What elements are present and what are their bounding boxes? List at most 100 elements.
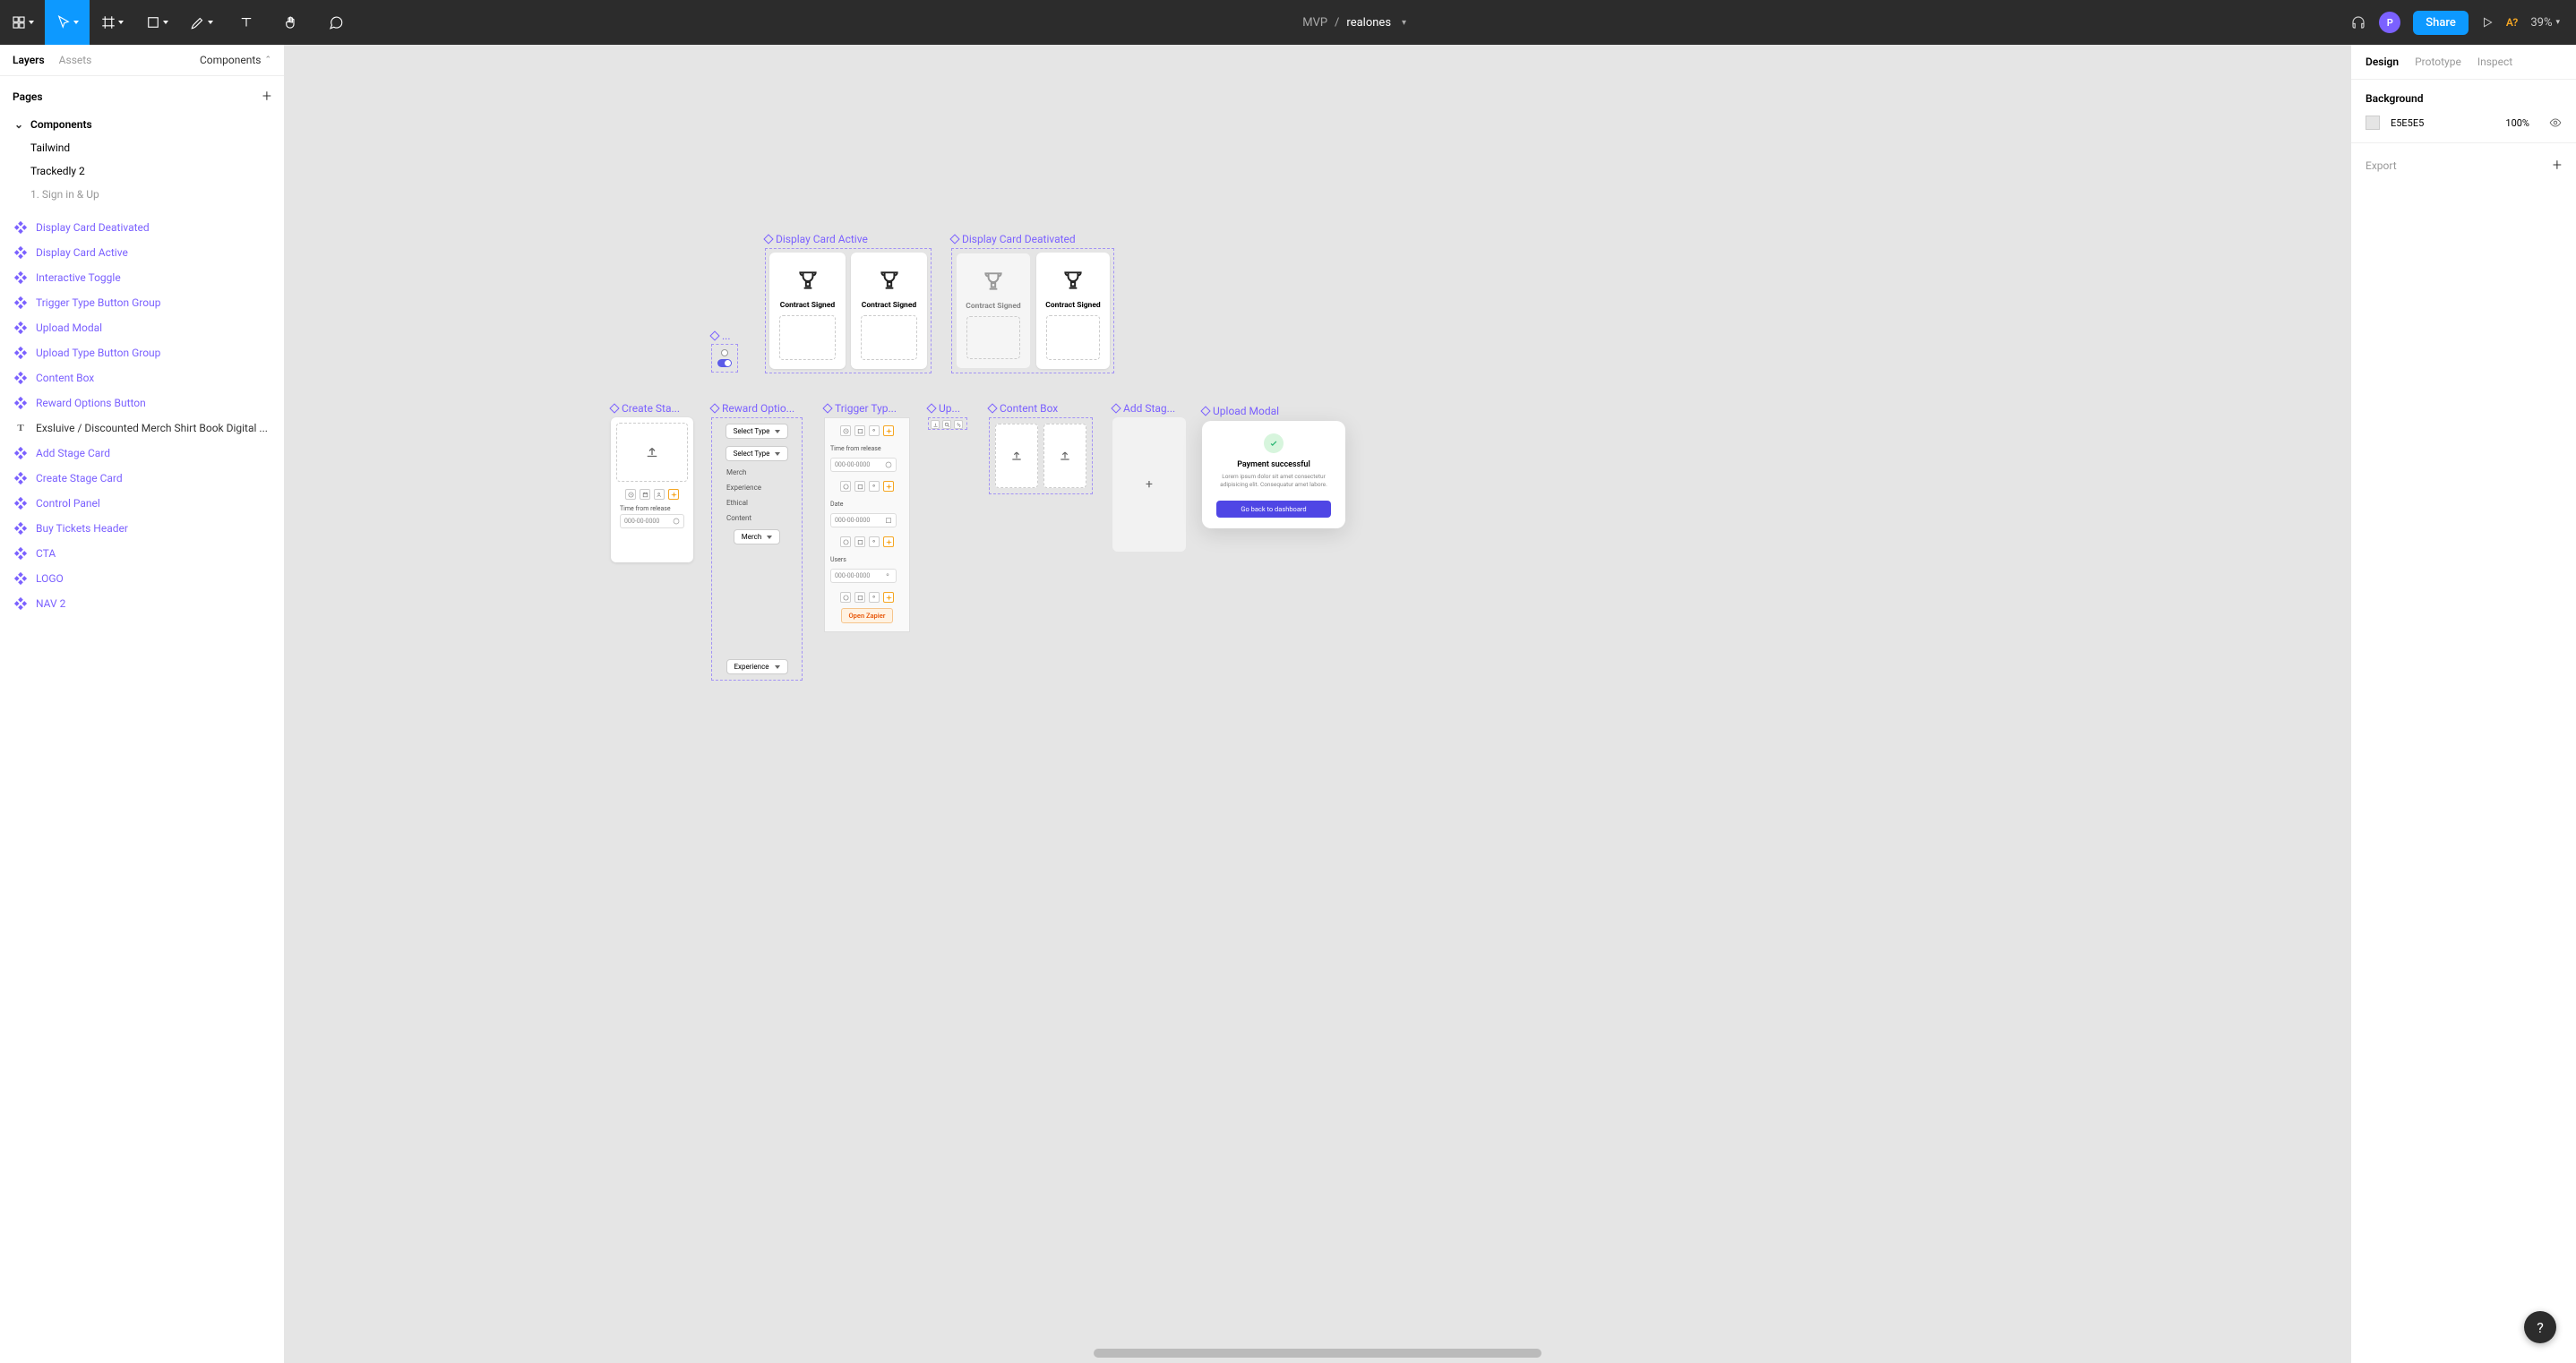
layer-item[interactable]: Upload Type Button Group bbox=[7, 340, 277, 365]
tab-assets[interactable]: Assets bbox=[59, 54, 92, 66]
zoom-control[interactable]: 39%▾ bbox=[2530, 16, 2560, 30]
frame-label[interactable]: Display Card Deativated bbox=[951, 233, 1076, 245]
missing-fonts-badge[interactable]: A? bbox=[2506, 16, 2519, 29]
page-dropdown[interactable]: Components⌃ bbox=[200, 54, 271, 66]
background-swatch[interactable] bbox=[2366, 116, 2380, 130]
interactive-toggle-frame[interactable] bbox=[711, 344, 738, 373]
frame-tool[interactable] bbox=[90, 0, 134, 45]
create-stage-frame[interactable]: Time from release 000-00-0000 bbox=[611, 417, 693, 562]
layer-item[interactable]: Trigger Type Button Group bbox=[7, 290, 277, 315]
page-item[interactable]: 1. Sign in & Up bbox=[7, 183, 277, 206]
menu-button[interactable] bbox=[0, 0, 45, 45]
layer-item[interactable]: Control Panel bbox=[7, 491, 277, 516]
display-card-active-frame[interactable]: Contract Signed Contract Signed bbox=[765, 248, 932, 373]
layer-item[interactable]: Interactive Toggle bbox=[7, 265, 277, 290]
layer-label: Trigger Type Button Group bbox=[36, 296, 160, 309]
frame-label[interactable]: Content Box bbox=[989, 402, 1058, 415]
add-page-button[interactable]: + bbox=[262, 87, 271, 106]
frame-label[interactable]: Upload Modal bbox=[1202, 405, 1279, 417]
play-icon[interactable] bbox=[2481, 16, 2494, 29]
reward-options-frame[interactable]: Select Type Select Type Merch Experience… bbox=[711, 417, 803, 681]
tab-prototype[interactable]: Prototype bbox=[2415, 56, 2461, 68]
component-icon bbox=[14, 372, 27, 384]
users-icon bbox=[654, 489, 665, 500]
trophy-icon bbox=[1061, 269, 1085, 292]
frame-label[interactable]: ... bbox=[711, 330, 731, 342]
layer-item[interactable]: Create Stage Card bbox=[7, 466, 277, 491]
clock-icon bbox=[673, 518, 680, 525]
component-icon bbox=[14, 271, 27, 284]
component-icon bbox=[709, 330, 719, 340]
display-card: Contract Signed bbox=[1036, 253, 1110, 369]
upload-type-frame[interactable] bbox=[928, 417, 967, 430]
headphones-icon[interactable] bbox=[2350, 14, 2366, 30]
frame-label[interactable]: Create Sta... bbox=[611, 402, 680, 415]
component-icon bbox=[709, 403, 719, 413]
layer-item[interactable]: TExsluive / Discounted Merch Shirt Book … bbox=[7, 416, 277, 441]
trigger-type-frame[interactable]: Time from release 000-00-0000 Date 000-0… bbox=[824, 417, 910, 632]
page-item[interactable]: Trackedly 2 bbox=[7, 159, 277, 183]
canvas[interactable]: Display Card Active Contract Signed Cont… bbox=[285, 45, 2350, 1363]
move-tool[interactable] bbox=[45, 0, 90, 45]
text-tool[interactable] bbox=[224, 0, 269, 45]
layer-label: Buy Tickets Header bbox=[36, 522, 128, 535]
trophy-icon bbox=[982, 270, 1005, 293]
chevron-down-icon: ▾ bbox=[1402, 18, 1406, 28]
left-panel-tabs: Layers Assets Components⌃ bbox=[0, 45, 284, 76]
layer-label: Upload Modal bbox=[36, 321, 102, 334]
plus-icon: + bbox=[1146, 477, 1153, 492]
frame-label[interactable]: Reward Optio... bbox=[711, 402, 794, 415]
component-icon bbox=[822, 403, 832, 413]
text-icon: T bbox=[14, 422, 27, 434]
layer-item[interactable]: Buy Tickets Header bbox=[7, 516, 277, 541]
layer-item[interactable]: Display Card Deativated bbox=[7, 215, 277, 240]
add-export-button[interactable]: + bbox=[2553, 156, 2562, 175]
component-icon bbox=[14, 246, 27, 259]
display-card-deact-frame[interactable]: Contract Signed Contract Signed bbox=[951, 248, 1114, 373]
background-section: Background E5E5E5 100% bbox=[2351, 80, 2576, 143]
share-button[interactable]: Share bbox=[2413, 11, 2469, 35]
content-box-frame[interactable] bbox=[989, 417, 1093, 494]
layer-item[interactable]: CTA bbox=[7, 541, 277, 566]
component-icon bbox=[609, 403, 619, 413]
layer-item[interactable]: LOGO bbox=[7, 566, 277, 591]
users-icon bbox=[885, 572, 892, 579]
layer-item[interactable]: Display Card Active bbox=[7, 240, 277, 265]
frame-label[interactable]: Up... bbox=[928, 402, 960, 415]
layer-item[interactable]: Reward Options Button bbox=[7, 390, 277, 416]
display-card: Contract Signed bbox=[769, 253, 846, 369]
horizontal-scrollbar[interactable] bbox=[1094, 1349, 1541, 1358]
frame-label[interactable]: Trigger Typ... bbox=[824, 402, 897, 415]
layer-item[interactable]: Upload Modal bbox=[7, 315, 277, 340]
select-type: Select Type bbox=[726, 424, 789, 439]
shape-tool[interactable] bbox=[134, 0, 179, 45]
frame-label[interactable]: Display Card Active bbox=[765, 233, 868, 245]
background-opacity[interactable]: 100% bbox=[2505, 117, 2529, 129]
page-item[interactable]: Tailwind bbox=[7, 136, 277, 159]
add-stage-frame[interactable]: + bbox=[1112, 417, 1186, 552]
tab-design[interactable]: Design bbox=[2366, 56, 2399, 68]
avatar[interactable]: P bbox=[2379, 12, 2400, 33]
breadcrumb[interactable]: MVP / realones ▾ bbox=[1302, 16, 1406, 30]
select-experience: Experience bbox=[726, 659, 788, 674]
help-button[interactable]: ? bbox=[2524, 1311, 2556, 1343]
layer-item[interactable]: Add Stage Card bbox=[7, 441, 277, 466]
layer-item[interactable]: NAV 2 bbox=[7, 591, 277, 616]
layer-label: Content Box bbox=[36, 372, 94, 384]
comment-tool[interactable] bbox=[313, 0, 358, 45]
layer-item[interactable]: Content Box bbox=[7, 365, 277, 390]
tab-layers[interactable]: Layers bbox=[13, 54, 45, 66]
component-icon bbox=[14, 472, 27, 484]
frame-label[interactable]: Add Stag... bbox=[1112, 402, 1175, 415]
page-item[interactable]: ⌄Components bbox=[7, 113, 277, 136]
component-icon bbox=[1111, 403, 1121, 413]
background-hex[interactable]: E5E5E5 bbox=[2391, 117, 2424, 129]
layer-label: Display Card Active bbox=[36, 246, 128, 259]
breadcrumb-file: realones bbox=[1346, 16, 1391, 30]
upload-modal-frame[interactable]: Payment successful Lorem ipsum dolor sit… bbox=[1202, 421, 1345, 528]
hand-tool[interactable] bbox=[269, 0, 313, 45]
visibility-icon[interactable] bbox=[2549, 116, 2562, 129]
tab-inspect[interactable]: Inspect bbox=[2477, 56, 2512, 68]
pen-tool[interactable] bbox=[179, 0, 224, 45]
trophy-icon bbox=[878, 269, 901, 292]
